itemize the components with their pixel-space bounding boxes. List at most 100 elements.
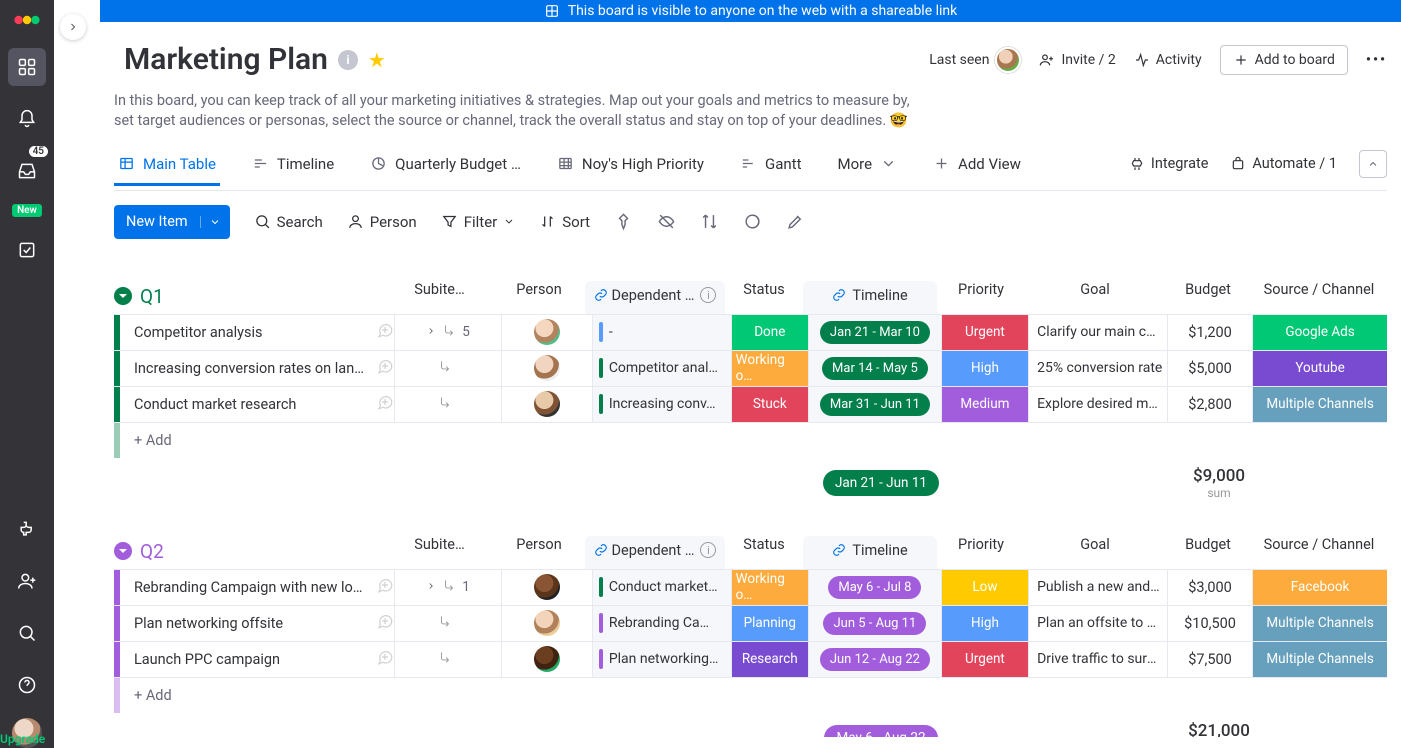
group-name[interactable]: Q2: [114, 540, 386, 569]
person-avatar[interactable]: [534, 391, 560, 417]
cell-goal[interactable]: Clarify our main co…: [1028, 315, 1167, 350]
add-view[interactable]: Add View: [929, 155, 1025, 185]
cell-source[interactable]: Google Ads: [1252, 315, 1387, 350]
col-goal[interactable]: Goal: [1025, 536, 1165, 569]
col-subitems[interactable]: Subite…: [386, 281, 493, 314]
cell-budget[interactable]: $2,800: [1167, 387, 1252, 422]
cell-person[interactable]: [501, 315, 592, 350]
cell-goal[interactable]: Publish a new and u…: [1028, 570, 1167, 605]
table-row[interactable]: Plan networking offsite Rebranding Ca… P…: [114, 605, 1387, 641]
cell-budget[interactable]: $10,500: [1167, 606, 1252, 641]
cell-subitems[interactable]: [394, 606, 500, 641]
tab-timeline[interactable]: Timeline: [248, 155, 338, 185]
workspaces-nav[interactable]: [8, 48, 46, 86]
new-item-dropdown[interactable]: [200, 216, 230, 228]
cell-person[interactable]: [501, 606, 592, 641]
col-dependent[interactable]: Dependent …i: [585, 281, 725, 314]
tab-quarterly-budget[interactable]: Quarterly Budget …: [366, 155, 525, 185]
cell-goal[interactable]: Explore desired mar…: [1028, 387, 1167, 422]
cell-dependent[interactable]: Competitor anal…: [592, 351, 731, 386]
cell-timeline[interactable]: Jan 21 - Mar 10: [808, 315, 941, 350]
person-avatar[interactable]: [534, 574, 560, 600]
cell-timeline[interactable]: May 6 - Jul 8: [808, 570, 941, 605]
invite-nav[interactable]: [8, 562, 46, 600]
new-item-button[interactable]: New Item: [114, 205, 230, 239]
cell-priority[interactable]: Low: [941, 570, 1028, 605]
cell-dependent[interactable]: Conduct market…: [592, 570, 731, 605]
activity-button[interactable]: Activity: [1134, 52, 1202, 68]
cell-person[interactable]: [501, 642, 592, 677]
chat-icon[interactable]: [376, 357, 394, 379]
info-icon[interactable]: i: [338, 50, 358, 70]
highlight-tool[interactable]: [786, 212, 805, 231]
last-seen[interactable]: Last seen: [929, 47, 1021, 73]
notifications-nav[interactable]: [8, 100, 46, 138]
person-avatar[interactable]: [534, 646, 560, 672]
expand-icon[interactable]: [426, 324, 436, 340]
col-priority[interactable]: Priority: [937, 536, 1025, 569]
table-row[interactable]: Competitor analysis 5 - Done Jan 21 - Ma…: [114, 314, 1387, 350]
cell-budget[interactable]: $7,500: [1167, 642, 1252, 677]
cell-timeline[interactable]: Jun 12 - Aug 22: [808, 642, 941, 677]
integrate-button[interactable]: Integrate: [1129, 155, 1208, 172]
cell-person[interactable]: [501, 570, 592, 605]
board-menu[interactable]: •••: [1366, 52, 1387, 68]
row-name-cell[interactable]: Conduct market research: [120, 387, 395, 422]
chat-icon[interactable]: [376, 612, 394, 634]
person-avatar[interactable]: [534, 610, 560, 636]
cell-budget[interactable]: $3,000: [1167, 570, 1252, 605]
col-source[interactable]: Source / Channel: [1251, 281, 1387, 314]
cell-subitems[interactable]: 1: [394, 570, 500, 605]
sort-tool[interactable]: Sort: [539, 213, 590, 231]
cell-subitems[interactable]: [394, 351, 500, 386]
person-avatar[interactable]: [534, 319, 560, 345]
cell-budget[interactable]: $1,200: [1167, 315, 1252, 350]
cell-person[interactable]: [501, 387, 592, 422]
cell-status[interactable]: Working o…: [731, 351, 808, 386]
cell-dependent[interactable]: Plan networking…: [592, 642, 731, 677]
table-row[interactable]: Launch PPC campaign Plan networking… Res…: [114, 641, 1387, 677]
table-row[interactable]: Rebranding Campaign with new lo… 1 Condu…: [114, 569, 1387, 605]
row-name-cell[interactable]: Rebranding Campaign with new lo…: [120, 570, 395, 605]
tab-noy-priority[interactable]: Noy's High Priority: [553, 155, 708, 185]
cell-status[interactable]: Planning: [731, 606, 808, 641]
help-nav[interactable]: [8, 666, 46, 704]
cell-goal[interactable]: 25% conversion rate: [1028, 351, 1167, 386]
tab-more[interactable]: More: [833, 155, 901, 185]
cell-subitems[interactable]: 5: [394, 315, 500, 350]
chat-icon[interactable]: [376, 393, 394, 415]
collapse-header[interactable]: [1359, 150, 1387, 178]
row-name-cell[interactable]: Launch PPC campaign: [120, 642, 395, 677]
cell-goal[interactable]: Plan an offsite to hel…: [1028, 606, 1167, 641]
inbox-nav[interactable]: 45: [8, 152, 46, 190]
cell-source[interactable]: Multiple Channels: [1252, 642, 1387, 677]
cell-priority[interactable]: High: [941, 351, 1028, 386]
person-avatar[interactable]: [534, 355, 560, 381]
invite-button[interactable]: Invite / 2: [1039, 52, 1115, 68]
cell-source[interactable]: Multiple Channels: [1252, 387, 1387, 422]
cell-status[interactable]: Working o…: [731, 570, 808, 605]
cell-person[interactable]: [501, 351, 592, 386]
cell-dependent[interactable]: Rebranding Ca…: [592, 606, 731, 641]
col-subitems[interactable]: Subite…: [386, 536, 493, 569]
tab-main-table[interactable]: Main Table: [114, 155, 220, 185]
pin-tool[interactable]: [614, 212, 633, 231]
chat-icon[interactable]: [376, 321, 394, 343]
col-budget[interactable]: Budget: [1165, 536, 1251, 569]
cell-timeline[interactable]: Mar 14 - May 5: [808, 351, 941, 386]
expand-icon[interactable]: [426, 579, 436, 595]
mywork-nav[interactable]: [8, 231, 46, 269]
cell-dependent[interactable]: -: [592, 315, 731, 350]
cell-budget[interactable]: $5,000: [1167, 351, 1252, 386]
cell-source[interactable]: Youtube: [1252, 351, 1387, 386]
cell-subitems[interactable]: [394, 387, 500, 422]
person-filter[interactable]: Person: [347, 213, 417, 231]
upgrade-link[interactable]: Upgrade: [0, 732, 45, 746]
search-tool[interactable]: Search: [254, 213, 323, 231]
col-goal[interactable]: Goal: [1025, 281, 1165, 314]
group-collapse-icon[interactable]: [114, 287, 132, 305]
col-person[interactable]: Person: [493, 281, 585, 314]
col-timeline[interactable]: Timeline: [803, 281, 937, 314]
group-name[interactable]: Q1: [114, 285, 386, 314]
color-tool[interactable]: [743, 212, 762, 231]
